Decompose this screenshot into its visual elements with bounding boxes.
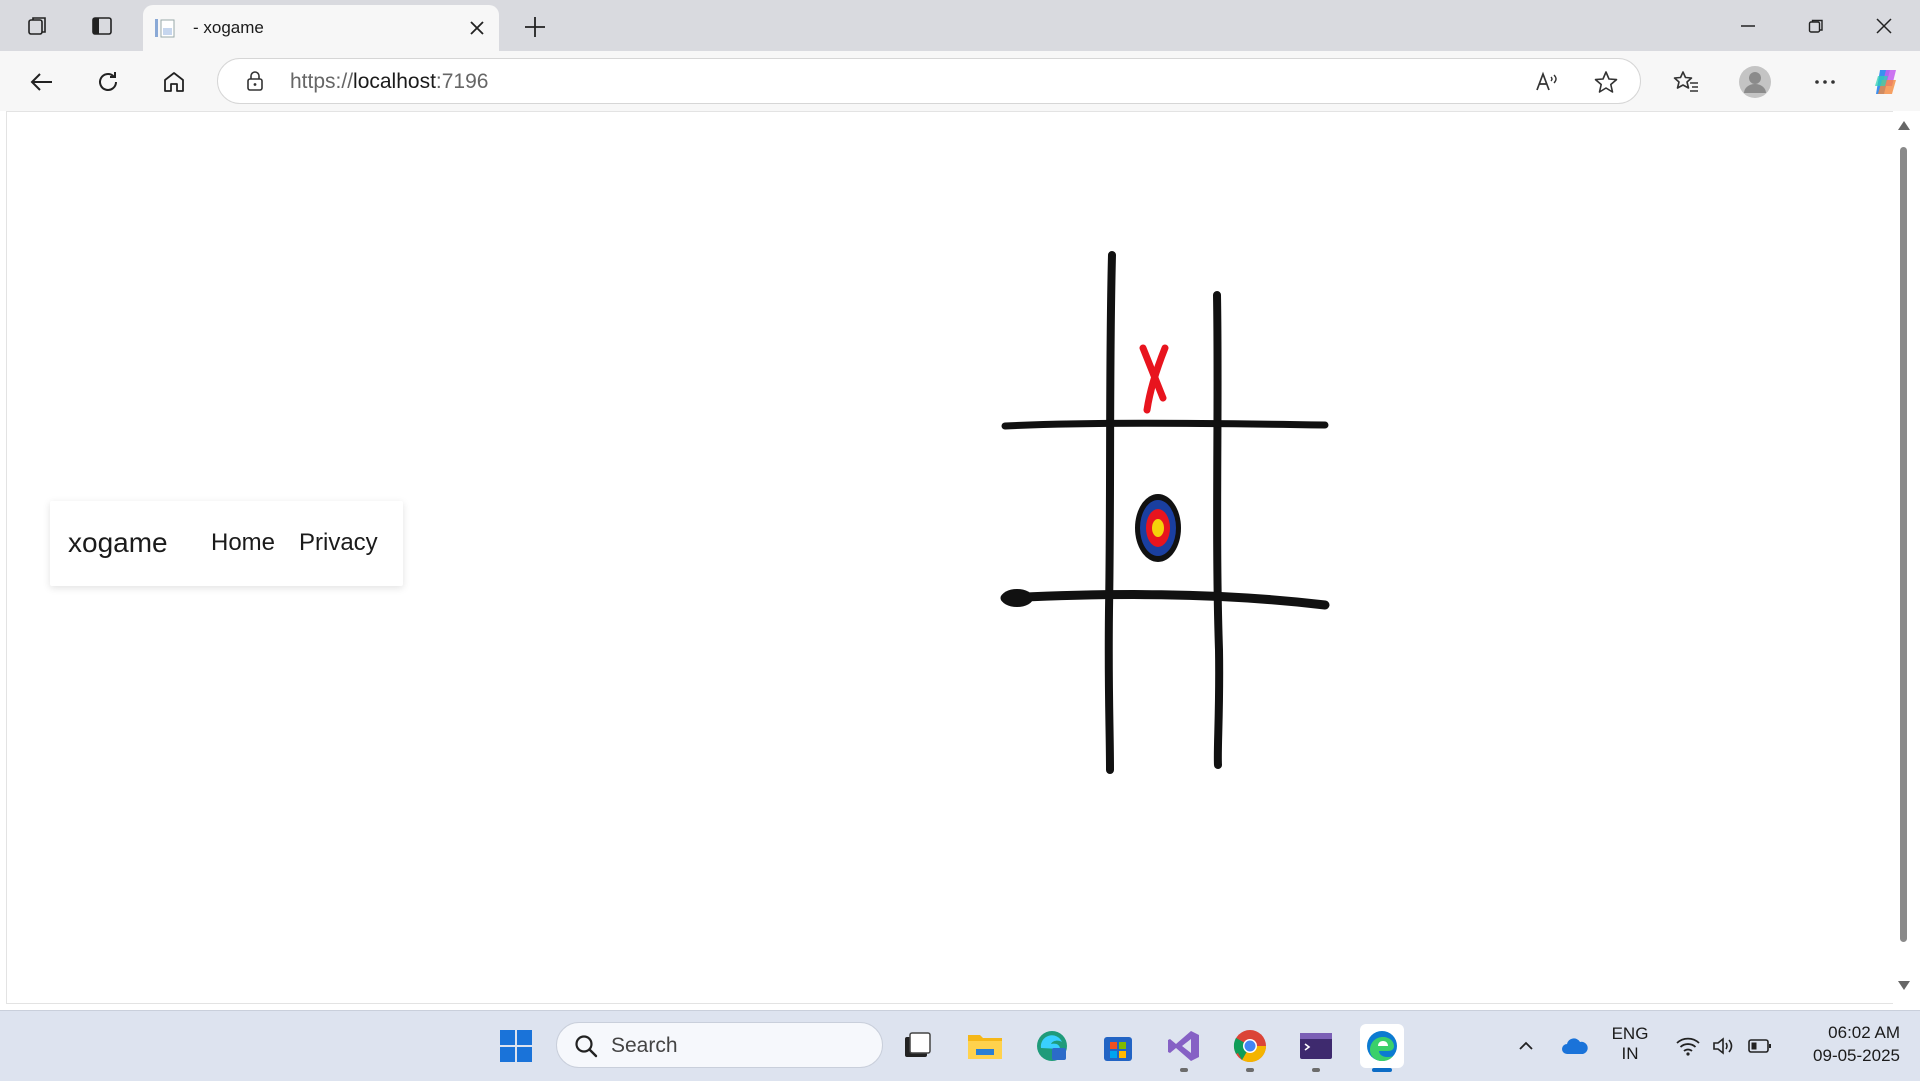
scroll-up-arrow-icon[interactable] xyxy=(1898,121,1910,130)
profile-avatar-icon[interactable] xyxy=(1738,65,1772,99)
site-navbar: xogame Home Privacy xyxy=(50,501,403,586)
grid-line-right xyxy=(1213,291,1224,769)
address-bar[interactable]: https://localhost:7196 xyxy=(217,58,1641,104)
page-scrollbar[interactable] xyxy=(1893,111,1915,1004)
active-indicator xyxy=(1372,1068,1392,1072)
restore-icon[interactable] xyxy=(1794,10,1838,42)
refresh-icon[interactable] xyxy=(91,65,125,99)
taskbar-search-box[interactable]: Search xyxy=(556,1022,883,1068)
search-icon xyxy=(573,1033,599,1059)
visual-studio-icon[interactable] xyxy=(1162,1024,1206,1072)
grid-line-bottom-blot xyxy=(1001,589,1033,607)
onedrive-cloud-icon[interactable] xyxy=(1553,1024,1597,1068)
workspaces-icon[interactable] xyxy=(24,12,52,40)
scroll-down-arrow-icon[interactable] xyxy=(1898,981,1910,990)
show-hidden-icons-chevron-icon[interactable] xyxy=(1504,1024,1548,1068)
start-windows-icon[interactable] xyxy=(494,1024,538,1068)
copilot-icon[interactable] xyxy=(1869,65,1903,99)
battery-icon[interactable] xyxy=(1738,1024,1782,1068)
system-clock[interactable]: 06:02 AM 09-05-2025 xyxy=(1790,1023,1900,1066)
active-tab[interactable]: - xogame xyxy=(143,5,499,51)
search-placeholder: Search xyxy=(611,1034,678,1057)
terminal-icon[interactable] xyxy=(1294,1024,1338,1072)
file-explorer-icon[interactable] xyxy=(963,1024,1007,1068)
brand-link[interactable]: xogame xyxy=(68,527,168,559)
url-text[interactable]: https://localhost:7196 xyxy=(290,70,488,94)
nav-link-privacy[interactable]: Privacy xyxy=(299,529,378,557)
lock-icon[interactable] xyxy=(244,70,266,92)
grid-line-left xyxy=(1104,251,1116,774)
back-icon[interactable] xyxy=(25,65,59,99)
tab-actions-icon[interactable] xyxy=(88,12,116,40)
grid-line-top xyxy=(1001,419,1329,430)
grid-line-bottom xyxy=(1000,590,1330,610)
edge-browser-icon[interactable] xyxy=(1360,1024,1404,1072)
read-aloud-icon[interactable] xyxy=(1534,69,1560,95)
region-code: IN xyxy=(1621,1044,1639,1063)
nav-link-home[interactable]: Home xyxy=(211,529,275,557)
minimize-icon[interactable] xyxy=(1726,10,1770,42)
url-port: :7196 xyxy=(435,70,489,93)
scrollbar-thumb[interactable] xyxy=(1900,147,1907,942)
close-window-icon[interactable] xyxy=(1862,10,1906,42)
browser-titlebar: - xogame xyxy=(0,0,1920,51)
close-tab-icon[interactable] xyxy=(465,16,489,40)
tic-tac-toe-board xyxy=(995,250,1335,775)
url-scheme: https:// xyxy=(290,70,354,93)
page-favicon-icon xyxy=(153,16,177,40)
running-indicator xyxy=(1246,1068,1254,1072)
browser-toolbar: https://localhost:7196 xyxy=(0,51,1920,111)
language-code: ENG xyxy=(1611,1024,1649,1043)
clock-time: 06:02 AM xyxy=(1828,1023,1900,1042)
favorite-star-icon[interactable] xyxy=(1593,69,1619,95)
favorites-icon[interactable] xyxy=(1669,65,1703,99)
task-view-icon[interactable] xyxy=(896,1024,940,1068)
tab-title: - xogame xyxy=(193,18,264,37)
new-tab-icon[interactable] xyxy=(520,12,550,42)
chrome-icon[interactable] xyxy=(1228,1024,1272,1072)
o-mark-icon xyxy=(1135,494,1181,562)
home-icon[interactable] xyxy=(157,65,191,99)
language-indicator[interactable]: ENG IN xyxy=(1608,1024,1652,1064)
x-mark-icon xyxy=(1139,344,1169,414)
url-host: localhost xyxy=(353,70,436,93)
edge-dev-icon[interactable] xyxy=(1030,1024,1074,1068)
running-indicator xyxy=(1312,1068,1320,1072)
microsoft-store-icon[interactable] xyxy=(1096,1024,1140,1068)
windows-taskbar: Search ENG IN 06:02 AM 09-05-2025 xyxy=(0,1010,1920,1081)
running-indicator xyxy=(1180,1068,1188,1072)
clock-date: 09-05-2025 xyxy=(1813,1046,1900,1065)
more-options-icon[interactable] xyxy=(1808,65,1842,99)
